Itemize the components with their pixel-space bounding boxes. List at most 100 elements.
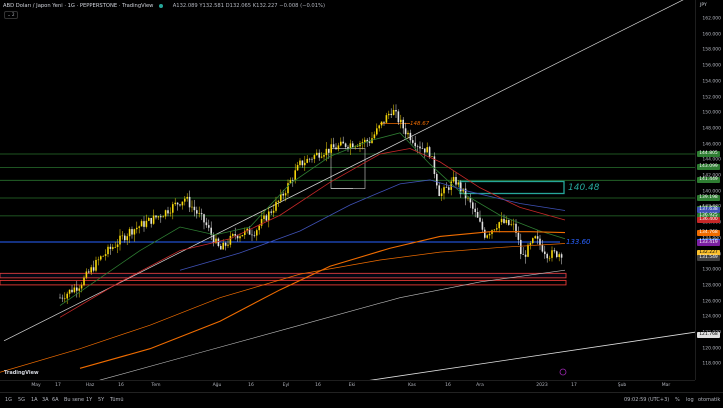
candle-body: [143, 221, 145, 227]
candle-body: [484, 229, 486, 238]
candle-body: [373, 134, 376, 139]
candle-body: [114, 246, 116, 248]
candle-body: [188, 196, 191, 208]
candle-body: [460, 182, 462, 192]
tradingview-logo[interactable]: TradingView: [4, 370, 39, 376]
candle-body: [88, 271, 90, 273]
candle-body: [318, 152, 320, 158]
candle-body: [320, 156, 323, 158]
period-button-3a[interactable]: 3A: [42, 397, 49, 403]
price-tick: 160.000: [702, 32, 721, 38]
candle-body: [59, 297, 61, 299]
candle-body: [551, 250, 553, 258]
candle-body: [174, 202, 176, 205]
candle-body: [145, 220, 148, 227]
candle-body: [299, 160, 301, 166]
price-tick: 128.000: [702, 283, 721, 289]
candle-body: [167, 210, 169, 214]
period-button-1g[interactable]: 1G: [5, 397, 12, 403]
price-tick: 158.000: [702, 47, 721, 53]
candle-body: [472, 202, 474, 209]
time-tick: 2023: [536, 383, 548, 388]
log-toggle[interactable]: log: [686, 397, 694, 403]
candle-body: [361, 142, 364, 144]
zone-rect: [0, 279, 567, 286]
candle-body: [392, 109, 395, 115]
candle-body: [409, 132, 412, 141]
candle-body: [335, 147, 337, 150]
time-tick: 16: [315, 383, 321, 388]
bottom-toolbar: 1G 5G 1A 3A 6A Bu sene 1Y 5Y Tümü 09:02:59 (UTC+…: [0, 392, 723, 408]
candle-body: [80, 285, 83, 289]
candle-body: [220, 245, 222, 250]
price-tick: 130.000: [702, 267, 721, 273]
period-button-1y[interactable]: 1Y: [86, 397, 92, 403]
candle-body: [205, 222, 208, 226]
auto-toggle[interactable]: otomatik: [698, 397, 720, 403]
candle-body: [289, 180, 292, 184]
candle-body: [128, 229, 131, 237]
price-tick: 154.000: [702, 79, 721, 85]
percent-toggle[interactable]: %: [675, 397, 680, 403]
candle-body: [83, 277, 85, 286]
candle-body: [520, 239, 522, 255]
symbol-title[interactable]: ABD Doları / Japon Yeni · 1G · PEPPERSTO…: [3, 3, 153, 9]
period-button-1a[interactable]: 1A: [31, 397, 38, 403]
candle-body: [390, 113, 392, 115]
period-button-5y[interactable]: 5Y: [98, 397, 104, 403]
candle-body: [510, 224, 512, 225]
candle-body: [131, 229, 133, 235]
candle-body: [500, 218, 503, 223]
box-label: 140.48: [568, 182, 600, 193]
candle-body: [294, 170, 296, 181]
period-button-6a[interactable]: 6A: [52, 397, 59, 403]
price-badge: 134.768: [697, 229, 720, 236]
period-button-5g[interactable]: 5G: [18, 397, 25, 403]
candle-body: [311, 158, 313, 160]
candle-body: [337, 145, 340, 150]
time-tick: Eyl: [282, 383, 290, 388]
resistance-box: [459, 180, 565, 195]
trendline-upper: [3, 0, 684, 342]
candle-body: [414, 142, 416, 147]
candle-body: [347, 146, 349, 149]
time-tick: 16: [445, 383, 451, 388]
price-axis[interactable]: 162.000 160.000 158.000 156.000 154.000 152.0…: [695, 0, 723, 380]
candle-body: [424, 148, 426, 153]
range-box: [330, 148, 366, 189]
candle-body: [253, 235, 256, 236]
candle-body: [493, 229, 496, 231]
candle-body: [325, 148, 328, 156]
candle-body: [426, 147, 428, 153]
price-badge: 136.400: [697, 216, 720, 223]
candle-body: [412, 140, 414, 143]
candle-body: [380, 121, 383, 126]
time-tick: 16: [248, 383, 254, 388]
symbol-header: ABD Doları / Japon Yeni · 1G · PEPPERSTO…: [3, 3, 325, 9]
candle-body: [152, 215, 155, 224]
indicator-collapse-button[interactable]: ⌄ 2: [4, 11, 18, 19]
candle-body: [176, 202, 179, 205]
event-marker-icon[interactable]: [559, 368, 567, 376]
price-tick: 120.000: [702, 346, 721, 352]
price-tick: 140.000: [702, 189, 721, 195]
candle-body: [419, 146, 421, 149]
currency-label[interactable]: JPY: [700, 3, 707, 8]
period-button-bu-sene[interactable]: Bu sene: [64, 397, 84, 403]
candle-body: [378, 125, 380, 129]
candle-body: [71, 289, 73, 293]
candle-body: [498, 222, 500, 229]
candle-body: [556, 251, 558, 258]
candle-body: [301, 160, 304, 166]
candle-body: [148, 217, 150, 221]
candle-body: [527, 244, 529, 257]
period-button-tümü[interactable]: Tümü: [110, 397, 124, 403]
candle-body: [481, 221, 484, 230]
candle-body: [92, 267, 95, 271]
time-tick: Eki: [348, 383, 356, 388]
time-tick: 17: [571, 383, 577, 388]
candle-body: [457, 182, 460, 185]
clock[interactable]: 09:02:59 (UTC+3): [624, 397, 669, 403]
candle-body: [193, 206, 196, 211]
candle-body: [200, 213, 203, 215]
